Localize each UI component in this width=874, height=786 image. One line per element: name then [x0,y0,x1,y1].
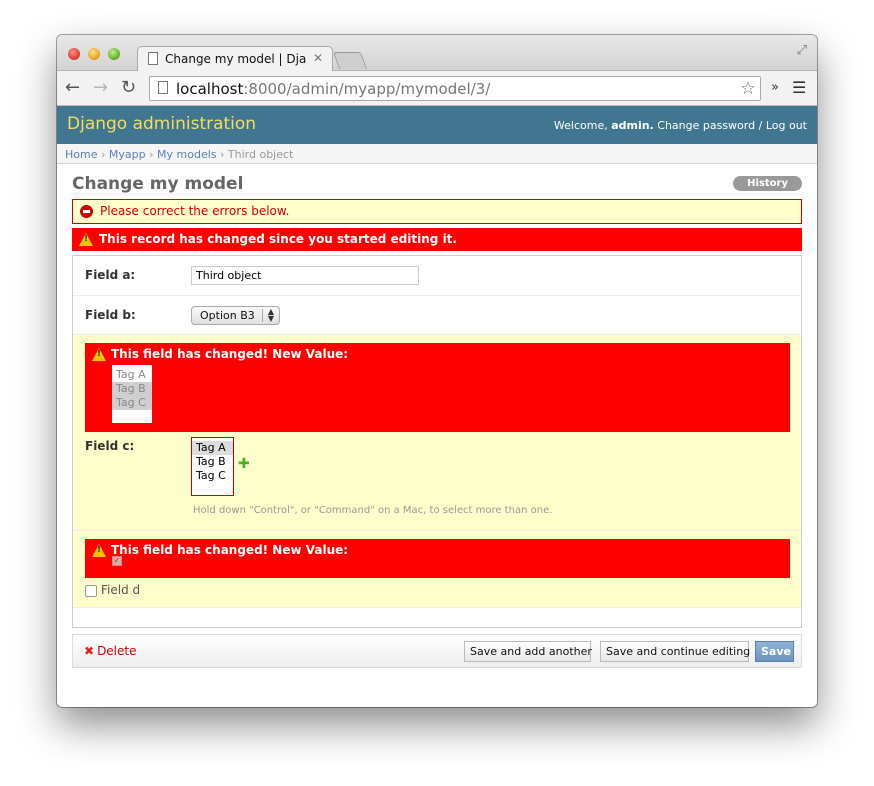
new-value-option: Tag C [112,396,152,410]
url-path: :8000/admin/myapp/mymodel/3/ [243,80,491,98]
site-brand[interactable]: Django administration [67,114,256,134]
field-c-multiselect[interactable]: Tag A Tag B Tag C [191,437,234,496]
error-note-text: Please correct the errors below. [100,204,290,218]
form-row-field-a: Field a: [73,256,801,296]
breadcrumb-current: Third object [227,148,294,161]
url-host: localhost [176,80,244,98]
star-icon[interactable]: ☆ [740,78,756,99]
select-divider [262,309,263,322]
browser-window: Change my model | Djang ✕ ⤢ ← → ↻ localh… [57,35,817,707]
field-b-selected-value: Option B3 [200,309,255,322]
field-c-changed-box: This field has changed! New Value: Tag A… [85,343,790,432]
page-title: Change my model [72,174,244,194]
extensions-icon[interactable]: » [771,80,779,95]
field-a-input[interactable] [191,266,419,285]
username: admin. [611,119,654,132]
field-d-changed-message: This field has changed! New Value: [111,543,349,557]
new-value-option: Tag B [112,382,152,396]
new-value-option: Tag A [116,368,146,381]
user-tools-separator: / [758,119,763,132]
field-c-changed-message: This field has changed! New Value: [111,347,349,361]
record-changed-text: This record has changed since you starte… [99,232,457,246]
user-tools: Welcome, admin. Change password / Log ou… [554,119,807,132]
forward-icon[interactable]: → [93,77,108,98]
save-and-continue-button[interactable]: Save and continue editing [600,641,750,662]
logout-link[interactable]: Log out [766,119,807,132]
form-row-field-c: This field has changed! New Value: Tag A… [73,335,801,531]
address-bar[interactable]: localhost:8000/admin/myapp/mymodel/3/ ☆ [149,76,761,101]
field-d-checkbox[interactable] [85,585,97,597]
save-and-add-another-button[interactable]: Save and add another [464,641,592,662]
select-arrows-icon: ▲ ▼ [267,307,274,323]
field-d-changed-box: This field has changed! New Value: ✓ [85,539,790,578]
submit-row: ✖ Delete Save and add another Save and co… [72,634,802,668]
form-row-field-d: This field has changed! New Value: ✓ Fie… [73,531,801,608]
close-window-button[interactable] [68,48,80,60]
title-bar: Change my model | Djang ✕ ⤢ [57,35,817,72]
field-c-option[interactable]: Tag C [192,469,233,483]
browser-toolbar: ← → ↻ localhost:8000/admin/myapp/mymodel… [57,71,817,106]
save-button[interactable]: Save [755,641,794,662]
warning-icon [92,348,106,361]
breadcrumb-separator: › [100,148,106,161]
field-c-help-text: Hold down "Control", or "Command" on a M… [193,505,553,516]
fullscreen-icon[interactable]: ⤢ [797,43,807,58]
zoom-window-button[interactable] [108,48,120,60]
form-row-field-b: Field b: Option B3 ▲ ▼ [73,296,801,335]
delete-icon: ✖ [84,644,95,658]
reload-icon[interactable]: ↻ [121,77,136,98]
page-icon [158,81,168,94]
back-icon[interactable]: ← [65,77,80,98]
warning-icon [92,544,106,557]
tab-title: Change my model | Djang [165,52,307,66]
delete-link[interactable]: ✖ Delete [84,644,137,658]
field-c-label: Field c: [85,439,135,453]
new-tab-button[interactable] [332,52,368,69]
breadcrumb-models[interactable]: My models [157,148,216,161]
breadcrumb-separator: › [149,148,154,161]
error-icon [80,205,93,218]
record-changed-note: This record has changed since you starte… [72,228,802,251]
browser-tab[interactable]: Change my model | Djang ✕ [137,46,333,72]
menu-icon[interactable]: ☰ [792,78,806,97]
field-c-option[interactable]: Tag A [192,441,233,455]
form-fieldset: Field a: Field b: Option B3 ▲▼ This fiel… [72,255,802,628]
breadcrumb-app[interactable]: Myapp [109,148,146,161]
breadcrumb-home[interactable]: Home [65,148,97,161]
field-c-new-value-list: Tag A Tag B Tag C [112,365,152,423]
page-icon [148,52,158,65]
field-b-label: Field b: [85,308,136,322]
admin-header: Django administration Welcome, admin. Ch… [57,106,817,144]
field-b-select[interactable]: Option B3 ▲ ▼ [191,306,280,325]
field-d-new-value-checkbox: ✓ [112,556,122,566]
change-password-link[interactable]: Change password [657,119,755,132]
warning-icon [79,233,93,246]
breadcrumb: Home › Myapp › My models › Third object [57,144,817,164]
minimize-window-button[interactable] [88,48,100,60]
delete-label: Delete [97,644,137,658]
field-a-label: Field a: [85,268,136,282]
error-note: Please correct the errors below. [72,199,802,224]
tab-close-icon[interactable]: ✕ [313,51,323,65]
field-d-label[interactable]: Field d [101,583,140,597]
history-button[interactable]: History [733,176,802,191]
breadcrumb-separator: › [220,148,225,161]
url-text: localhost:8000/admin/myapp/mymodel/3/ [176,80,490,98]
welcome-text: Welcome, [553,119,608,132]
field-c-option[interactable]: Tag B [192,455,233,469]
add-related-icon[interactable]: ✚ [238,456,250,472]
